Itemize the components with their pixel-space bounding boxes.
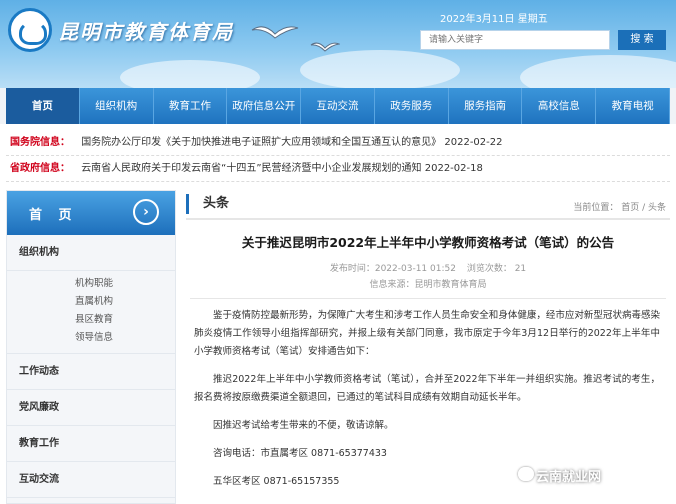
publish-time: 发布时间：2022-03-11 01:52 (329, 264, 456, 274)
sidebar-home[interactable]: 首 页 › (7, 191, 175, 235)
main-content: 头条 当前位置： 首页 / 头条 关于推迟昆明市2022年上半年中小学教师资格考… (186, 190, 670, 504)
notice-row: 国务院信息： 国务院办公厅印发《关于加快推进电子证照扩大应用领域和全国互通互认的… (6, 130, 670, 156)
article-paragraph: 鉴于疫情防控最新形势，为保障广大考生和涉考工作人员生命安全和身体健康，经市应对新… (194, 310, 660, 357)
sidebar-item-integrity[interactable]: 党风廉政 (7, 390, 175, 426)
header-date: 2022年3月11日 星期五 (440, 14, 548, 25)
sidebar-subitem[interactable]: 机构职能 (7, 275, 175, 293)
main-nav: 首页 组织机构 教育工作 政府信息公开 互动交流 政务服务 服务指南 高校信息 … (0, 88, 676, 124)
sidebar-item-education-work[interactable]: 教育工作 (7, 426, 175, 462)
sidebar-home-label: 首 页 (29, 208, 78, 223)
search-button[interactable]: 搜 索 (618, 30, 666, 50)
sidebar-item-organization[interactable]: 组织机构 (7, 235, 175, 271)
notice-tag: 国务院信息： (10, 137, 70, 148)
site-logo-icon[interactable] (8, 8, 52, 52)
sidebar-submenu: 机构职能 直属机构 县区教育 领导信息 (7, 271, 175, 354)
section-header: 头条 当前位置： 首页 / 头条 (186, 190, 670, 220)
header-banner: 昆明市教育体育局 2022年3月11日 星期五 搜 索 (0, 0, 676, 88)
nav-item-gov-service[interactable]: 政务服务 (374, 88, 449, 124)
sidebar-subitem[interactable]: 县区教育 (7, 311, 175, 329)
chevron-right-icon[interactable]: › (133, 199, 159, 225)
watermark: 云南就业网 (536, 470, 602, 485)
notice-row: 省政府信息： 云南省人民政府关于印发云南省“十四五”民营经济暨中小企业发展规划的… (6, 156, 670, 182)
nav-item-university-info[interactable]: 高校信息 (522, 88, 597, 124)
notice-link[interactable]: 国务院办公厅印发《关于加快推进电子证照扩大应用领域和全国互通互认的意见》 202… (81, 137, 502, 148)
notice-link[interactable]: 云南省人民政府关于印发云南省“十四五”民营经济暨中小企业发展规划的通知 2022… (81, 163, 483, 174)
sidebar-item-work-news[interactable]: 工作动态 (7, 354, 175, 390)
contact-line: 咨询电话：市直属考区 0871-65377433 (213, 448, 387, 459)
nav-item-education-work[interactable]: 教育工作 (153, 88, 228, 124)
view-count: 浏览次数： 21 (466, 264, 527, 274)
nav-item-gov-info[interactable]: 政府信息公开 (227, 88, 302, 124)
notice-list: 国务院信息： 国务院办公厅印发《关于加快推进电子证照扩大应用领域和全国互通互认的… (6, 130, 670, 182)
article-paragraph: 因推迟考试给考生带来的不便，敬请谅解。 (213, 420, 394, 431)
seagull-icon (310, 42, 340, 52)
divider (190, 298, 666, 299)
sidebar-subitem[interactable]: 领导信息 (7, 329, 175, 347)
nav-item-organization[interactable]: 组织机构 (79, 88, 154, 124)
sidebar-item-interaction[interactable]: 互动交流 (7, 462, 175, 498)
nav-item-home[interactable]: 首页 (6, 88, 80, 124)
nav-item-education-tv[interactable]: 教育电视 (596, 88, 671, 124)
article-paragraph: 推迟2022年上半年中小学教师资格考试（笔试），合并至2022年下半年一并组织实… (194, 374, 660, 403)
nav-item-service-guide[interactable]: 服务指南 (448, 88, 523, 124)
seagull-icon (251, 26, 299, 39)
section-title: 头条 (186, 194, 229, 214)
wechat-icon (518, 467, 534, 481)
sidebar: 首 页 › 组织机构 机构职能 直属机构 县区教育 领导信息 工作动态 党风廉政… (6, 190, 176, 504)
breadcrumb[interactable]: 当前位置： 首页 / 头条 (573, 200, 666, 213)
search-input[interactable] (420, 30, 610, 50)
nav-item-interaction[interactable]: 互动交流 (301, 88, 375, 124)
cloud-decoration (120, 60, 260, 88)
sidebar-subitem[interactable]: 直属机构 (7, 293, 175, 311)
article-meta: 发布时间：2022-03-11 01:52 浏览次数： 21 (186, 261, 670, 274)
article-title: 关于推迟昆明市2022年上半年中小学教师资格考试（笔试）的公告 (241, 235, 615, 250)
notice-tag: 省政府信息： (10, 163, 70, 174)
article-source: 信息来源：昆明市教育体育局 (369, 280, 487, 290)
nav-bar: 首页 组织机构 教育工作 政府信息公开 互动交流 政务服务 服务指南 高校信息 … (6, 88, 671, 124)
cloud-decoration (520, 55, 676, 88)
site-name[interactable]: 昆明市教育体育局 (58, 16, 234, 45)
